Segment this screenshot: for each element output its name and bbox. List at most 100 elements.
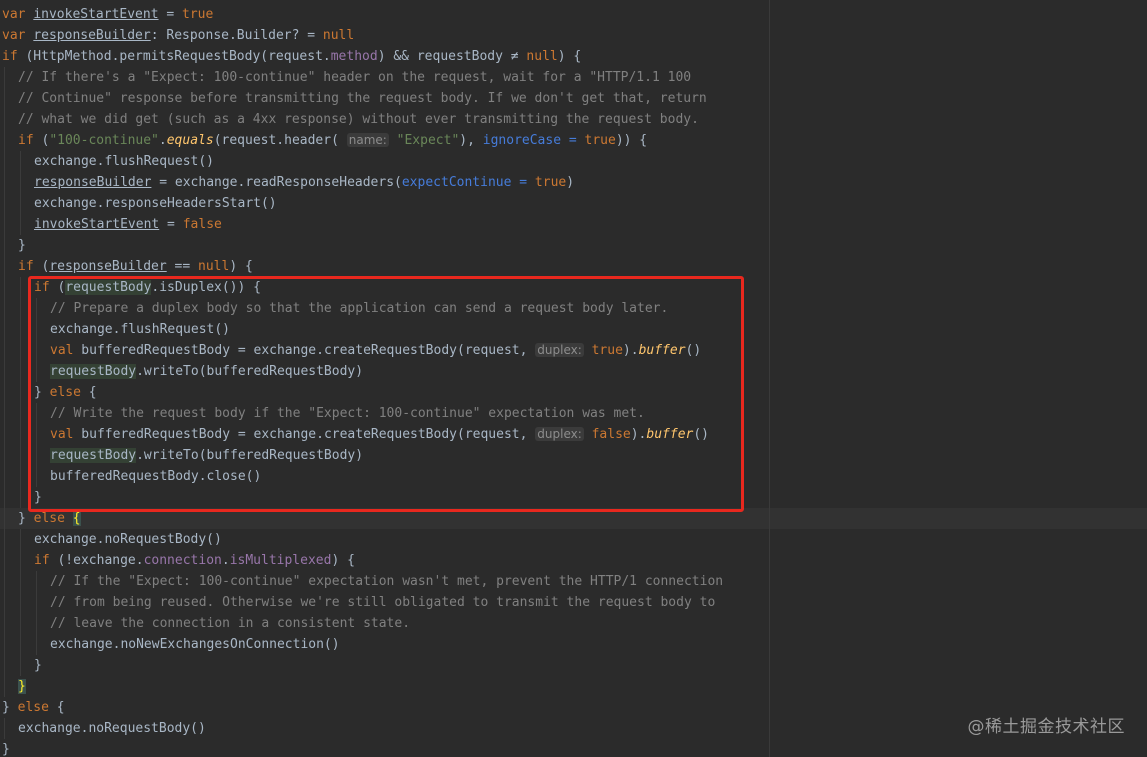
code-token: buffer [638, 343, 686, 358]
code-line[interactable]: if ("100-continue".equals(request.header… [2, 130, 1147, 151]
code-line[interactable]: } [2, 739, 1147, 757]
code-line[interactable]: bufferedRequestBody.close() [2, 466, 1147, 487]
code-line[interactable]: if (HttpMethod.permitsRequestBody(reques… [2, 46, 1147, 67]
code-line[interactable]: } [2, 676, 1147, 697]
indent-guide [4, 214, 5, 235]
indent-guide [20, 340, 21, 361]
code-token: } [18, 238, 26, 253]
code-token: .isDuplex()) { [151, 280, 261, 295]
code-token: invokeStartEvent [33, 7, 159, 22]
indent-guide [20, 550, 21, 571]
indent-guide [20, 487, 21, 508]
indent-guide [36, 613, 37, 634]
code-line[interactable]: // If the "Expect: 100-continue" expecta… [2, 571, 1147, 592]
code-line[interactable]: // leave the connection in a consistent … [2, 613, 1147, 634]
code-line[interactable]: } [2, 487, 1147, 508]
code-token: ) { [331, 553, 355, 568]
code-line[interactable]: requestBody.writeTo(bufferedRequestBody) [2, 445, 1147, 466]
code-line[interactable]: // from being reused. Otherwise we're st… [2, 592, 1147, 613]
code-token: if [18, 133, 34, 148]
code-line[interactable]: // If there's a "Expect: 100-continue" h… [2, 67, 1147, 88]
code-token: } [2, 700, 18, 715]
code-token: true [182, 7, 214, 22]
code-token: ( [33, 259, 50, 274]
code-token: // leave the connection in a consistent … [50, 616, 411, 631]
code-token: () [693, 427, 710, 442]
indent-guide [20, 571, 21, 592]
indent-guide [4, 256, 5, 277]
indent-guide [4, 130, 5, 151]
code-area[interactable]: var invokeStartEvent = true var response… [2, 4, 1147, 757]
indent-guide [36, 403, 37, 424]
code-token: connection [143, 553, 222, 568]
indent-guide [36, 445, 37, 466]
code-line[interactable]: if (responseBuilder == null) { [2, 256, 1147, 277]
code-token: exchange.responseHeadersStart() [34, 196, 277, 211]
code-token: . [158, 133, 167, 148]
indent-guide [20, 655, 21, 676]
code-line[interactable]: exchange.noNewExchangesOnConnection() [2, 634, 1147, 655]
code-token: == [166, 259, 199, 274]
code-token: equals [166, 133, 214, 148]
code-token: // If the "Expect: 100-continue" expecta… [50, 574, 724, 589]
code-token: null [526, 49, 558, 64]
code-line[interactable]: exchange.noRequestBody() [2, 529, 1147, 550]
named-argument: expectContinue = [401, 175, 535, 190]
code-line[interactable]: responseBuilder = exchange.readResponseH… [2, 172, 1147, 193]
code-token: (HttpMethod.permitsRequestBody(request. [17, 49, 331, 64]
code-line[interactable]: // Prepare a duplex body so that the app… [2, 298, 1147, 319]
code-line[interactable]: var invokeStartEvent = true [2, 4, 1147, 25]
indent-guide [4, 466, 5, 487]
code-line[interactable]: val bufferedRequestBody = exchange.creat… [2, 424, 1147, 445]
code-token: exchange.noRequestBody() [18, 721, 206, 736]
code-line[interactable]: invokeStartEvent = false [2, 214, 1147, 235]
indent-guide [4, 277, 5, 298]
indent-guide [4, 529, 5, 550]
code-line[interactable]: if (requestBody.isDuplex()) { [2, 277, 1147, 298]
code-token: null [322, 28, 355, 43]
indent-guide [4, 109, 5, 130]
code-line[interactable]: // what we did get (such as a 4xx respon… [2, 109, 1147, 130]
code-token: true [591, 343, 623, 358]
code-line[interactable]: // Continue" response before transmittin… [2, 88, 1147, 109]
code-token: if [34, 553, 50, 568]
code-token: invokeStartEvent [34, 217, 160, 232]
code-token: exchange.noRequestBody() [34, 532, 222, 547]
indent-guide [20, 298, 21, 319]
usage-highlight: requestBody [65, 280, 152, 295]
indent-guide [20, 382, 21, 403]
code-token: } [2, 742, 10, 757]
indent-guide [36, 466, 37, 487]
code-line[interactable]: requestBody.writeTo(bufferedRequestBody) [2, 361, 1147, 382]
code-token: val [50, 427, 74, 442]
code-line[interactable]: exchange.responseHeadersStart() [2, 193, 1147, 214]
code-line[interactable]: } else { [2, 508, 1147, 529]
code-token: else [17, 700, 49, 715]
indent-guide [4, 592, 5, 613]
code-token: . [221, 553, 230, 568]
code-line[interactable]: exchange.flushRequest() [2, 319, 1147, 340]
indent-guide [4, 151, 5, 172]
code-token: () [685, 343, 702, 358]
code-token: ) [566, 175, 575, 190]
code-line[interactable]: } [2, 655, 1147, 676]
code-line[interactable]: // Write the request body if the "Expect… [2, 403, 1147, 424]
code-token: (!exchange. [49, 553, 144, 568]
named-argument: ignoreCase = [482, 133, 585, 148]
indent-guide [20, 445, 21, 466]
code-line[interactable]: } else { [2, 382, 1147, 403]
code-token: bufferedRequestBody = exchange.createReq… [73, 427, 536, 442]
indent-guide [4, 487, 5, 508]
code-editor[interactable]: var invokeStartEvent = true var response… [0, 0, 1147, 757]
code-line[interactable]: exchange.flushRequest() [2, 151, 1147, 172]
code-line[interactable]: var responseBuilder: Response.Builder? =… [2, 25, 1147, 46]
code-line[interactable]: val bufferedRequestBody = exchange.creat… [2, 340, 1147, 361]
code-line[interactable]: } [2, 235, 1147, 256]
code-line[interactable]: if (!exchange.connection.isMultiplexed) … [2, 550, 1147, 571]
code-token: } [34, 658, 42, 673]
code-token: val [50, 343, 74, 358]
indent-guide [20, 277, 21, 298]
